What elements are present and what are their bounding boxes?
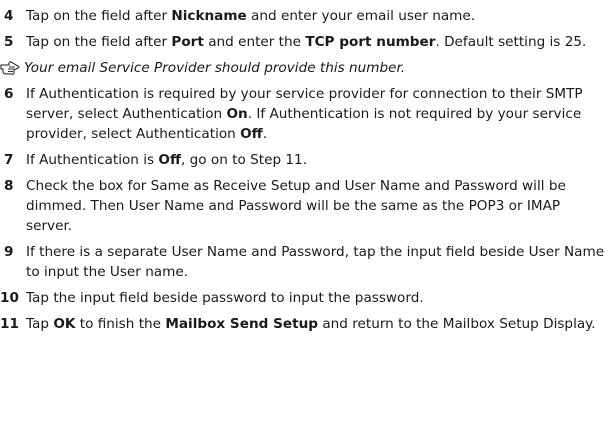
ui-term-ok: OK [53,316,76,332]
ui-term-tcp-port-number: TCP port number [305,34,436,50]
step-text: If there is a separate User Name and Pas… [26,244,605,280]
step-number: 7 [4,152,14,168]
step-10: 10 Tap the input field beside password t… [0,288,614,308]
ui-term-mailbox-send-setup: Mailbox Send Setup [165,316,319,332]
ui-term-nickname: Nickname [171,8,247,24]
step-4: 4 Tap on the field after Nickname and en… [0,6,614,26]
step-text: Tap on the field after Nickname and ente… [26,8,476,24]
step-number: 5 [4,34,14,50]
step-11: 11 Tap OK to finish the Mailbox Send Set… [0,314,614,334]
step-text: Tap on the field after Port and enter th… [26,34,587,50]
note-text: Your email Service Provider should provi… [24,60,406,76]
step-text: If Authentication is Off, go on to Step … [26,152,308,168]
step-5: 5 Tap on the field after Port and enter … [0,32,614,52]
step-text: Check the box for Same as Receive Setup … [26,178,566,234]
ui-term-off: Off [158,152,181,168]
step-number: 6 [4,86,14,102]
note: Your email Service Provider should provi… [0,58,614,78]
step-number: 9 [4,244,14,260]
ui-term-port: Port [171,34,204,50]
step-text: Tap OK to finish the Mailbox Send Setup … [26,316,596,332]
step-6: 6 If Authentication is required by your … [0,84,614,144]
ui-term-off: Off [240,126,263,142]
step-text: If Authentication is required by your se… [26,86,583,142]
instruction-page: 4 Tap on the field after Nickname and en… [0,0,614,434]
step-9: 9 If there is a separate User Name and P… [0,242,614,282]
step-text: Tap the input field beside password to i… [26,290,424,306]
step-number: 8 [4,178,14,194]
step-8: 8 Check the box for Same as Receive Setu… [0,176,614,236]
step-number: 11 [0,316,19,332]
step-number: 4 [4,8,14,24]
step-number: 10 [0,290,19,306]
pointing-hand-icon [0,61,20,75]
step-7: 7 If Authentication is Off, go on to Ste… [0,150,614,170]
ui-term-on: On [226,106,248,122]
